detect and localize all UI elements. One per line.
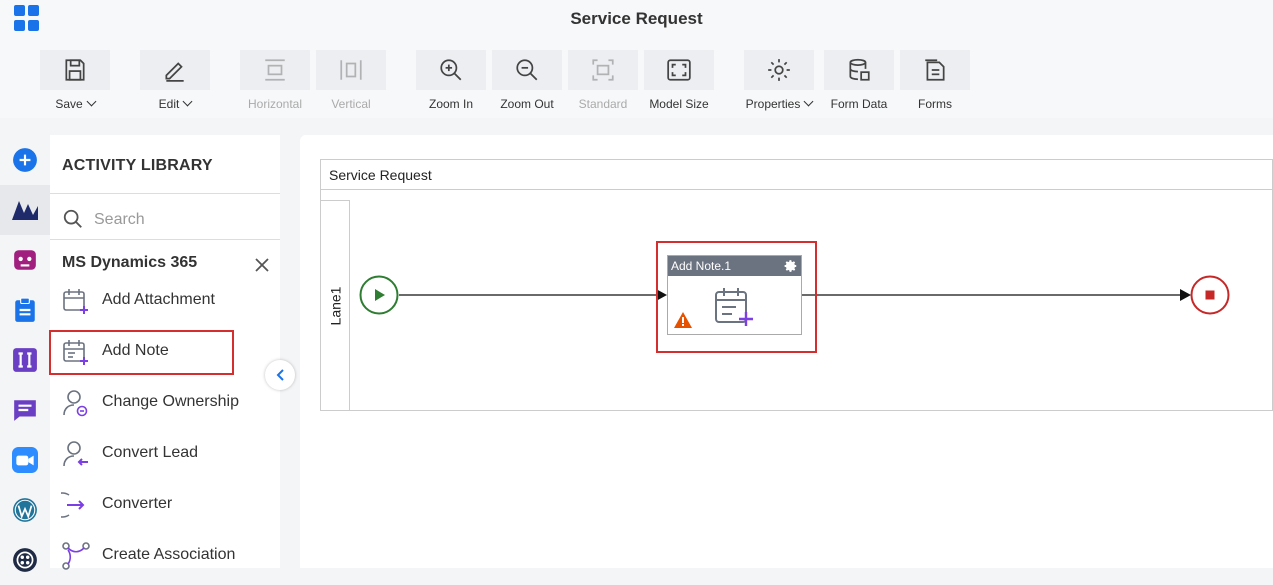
stop-icon [1205, 290, 1215, 300]
start-event[interactable] [359, 275, 399, 315]
flow-connectors [359, 275, 1230, 315]
end-event[interactable] [1190, 275, 1230, 315]
arrowhead-icon [1180, 289, 1191, 301]
node-selection-highlight [656, 241, 817, 353]
